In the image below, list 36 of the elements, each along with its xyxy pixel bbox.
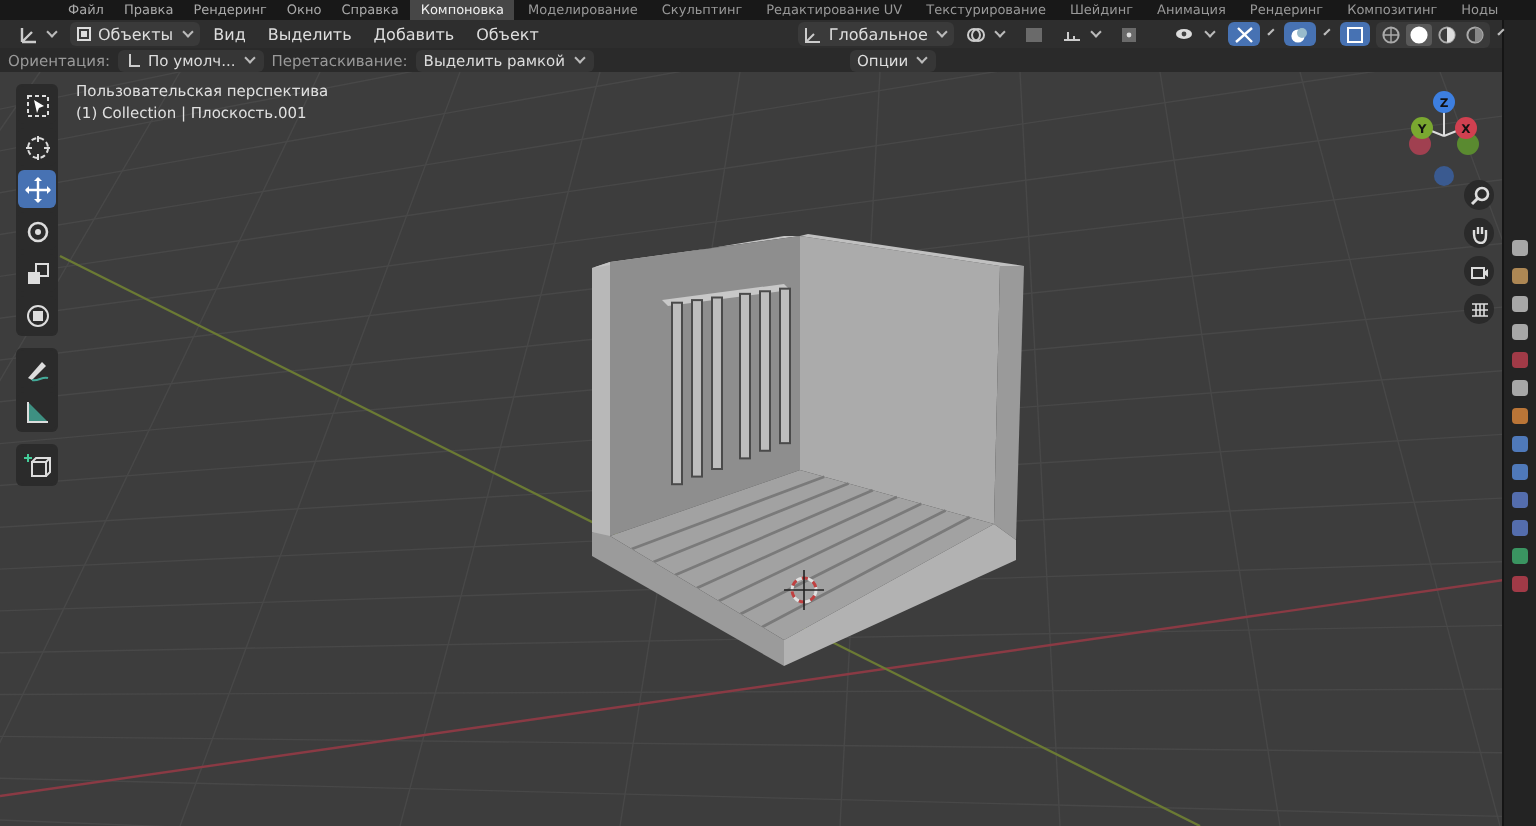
camera-icon[interactable]	[1464, 256, 1494, 286]
scale-icon	[23, 259, 51, 287]
select-icon	[23, 91, 51, 119]
gizmo-toggle-button[interactable]	[1227, 22, 1260, 46]
sphere-icon	[1465, 25, 1484, 43]
3d-cursor-icon	[783, 569, 825, 611]
hand-icon[interactable]	[1464, 218, 1494, 248]
transform-icon	[23, 301, 51, 329]
orientation-dropdown[interactable]: Глобальное	[798, 22, 954, 46]
shading-mode-button[interactable]	[1405, 23, 1432, 45]
cursor-icon	[23, 133, 51, 161]
add-cube-icon	[23, 451, 51, 479]
shading-mode-button[interactable]	[1433, 23, 1460, 45]
axes-icon	[126, 51, 143, 69]
menu-item[interactable]: Вид	[205, 25, 254, 43]
overlays-toggle-button[interactable]	[1283, 22, 1316, 46]
grid-icon[interactable]	[1464, 294, 1494, 324]
menu-item[interactable]: Объект	[468, 25, 547, 43]
mode-dropdown[interactable]: Объекты	[70, 22, 200, 46]
axes-icon	[18, 25, 38, 43]
menu-item[interactable]: Добавить	[365, 25, 463, 43]
overlapping-circles-icon	[1289, 25, 1310, 43]
sphere-icon	[1381, 25, 1400, 43]
axes-icon	[804, 25, 823, 43]
shading-mode-button[interactable]	[1377, 23, 1404, 45]
shading-mode-button[interactable]	[1461, 23, 1488, 45]
xray-toggle-button[interactable]	[1339, 22, 1370, 46]
object-mode-icon	[76, 26, 92, 42]
move-tool-button[interactable]	[18, 170, 56, 208]
sphere-icon	[1409, 25, 1428, 43]
measure-icon	[23, 397, 51, 425]
rotate-icon	[23, 217, 51, 245]
zoom-icon[interactable]	[1464, 180, 1494, 210]
move-icon	[23, 175, 51, 203]
menu-item[interactable]: Выделить	[259, 25, 360, 43]
sphere-icon	[1437, 25, 1456, 43]
